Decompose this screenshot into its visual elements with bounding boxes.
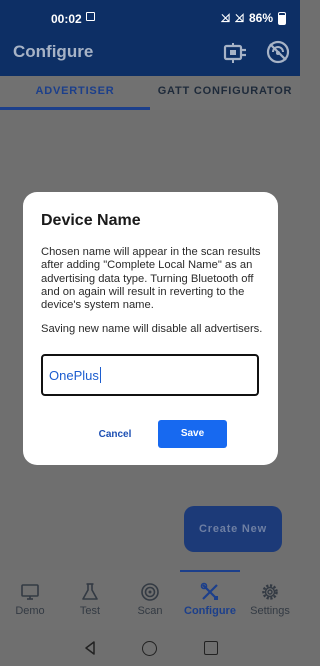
page-title: Configure [13,42,94,61]
cancel-button[interactable]: Cancel [87,421,143,449]
save-button[interactable]: Save [158,420,227,448]
flask-icon [82,583,98,600]
bottom-nav: Demo Test Scan Configure Settings [0,570,300,630]
home-icon[interactable] [142,641,157,656]
tab-advertiser[interactable]: ADVERTISER [0,76,150,110]
adapter-icon[interactable] [222,40,248,66]
create-new-button[interactable]: Create New [184,506,282,552]
tools-icon [200,582,218,600]
battery-percent: 86% [248,11,273,25]
dialog-description: Chosen name will appear in the scan resu… [41,246,261,312]
dialog-warning: Saving new name will disable all adverti… [41,323,263,336]
no-signal-icon [234,13,244,23]
dialog-body: Chosen name will appear in the scan resu… [41,246,263,348]
image-icon [86,12,95,21]
bluetooth-off-icon[interactable] [265,39,291,65]
device-name-dialog: Device Name Chosen name will appear in t… [23,192,278,465]
text-cursor [99,367,102,383]
device-name-value: OnePlus [49,367,99,383]
radar-icon [141,583,159,601]
nav-item-settings[interactable]: Settings [240,570,300,630]
monitor-icon [21,584,39,600]
app-bar: Configure [0,36,300,76]
status-bar: 00:02 86% [0,0,300,36]
dialog-title: Device Name [41,212,141,229]
device-name-input[interactable]: OnePlus [41,354,259,396]
back-icon[interactable] [82,640,98,656]
nav-label-test: Test [79,605,101,617]
nav-item-configure[interactable]: Configure [180,570,240,630]
nav-item-demo[interactable]: Demo [0,570,60,630]
tab-bar: ADVERTISER GATT CONFIGURATOR [0,76,300,110]
nav-label-demo: Demo [15,605,45,617]
no-signal-icon [220,13,230,23]
system-nav-bar [0,630,300,666]
status-indicators: 86% [220,11,286,25]
gear-icon [262,584,278,600]
tab-gatt-configurator[interactable]: GATT CONFIGURATOR [150,76,300,110]
nav-label-settings: Settings [250,605,290,617]
nav-label-configure: Configure [184,605,236,617]
battery-icon [278,11,286,25]
status-time: 00:02 [51,12,82,26]
nav-item-scan[interactable]: Scan [120,570,180,630]
nav-item-test[interactable]: Test [60,570,120,630]
nav-label-scan: Scan [137,605,163,617]
recents-icon[interactable] [204,641,218,655]
